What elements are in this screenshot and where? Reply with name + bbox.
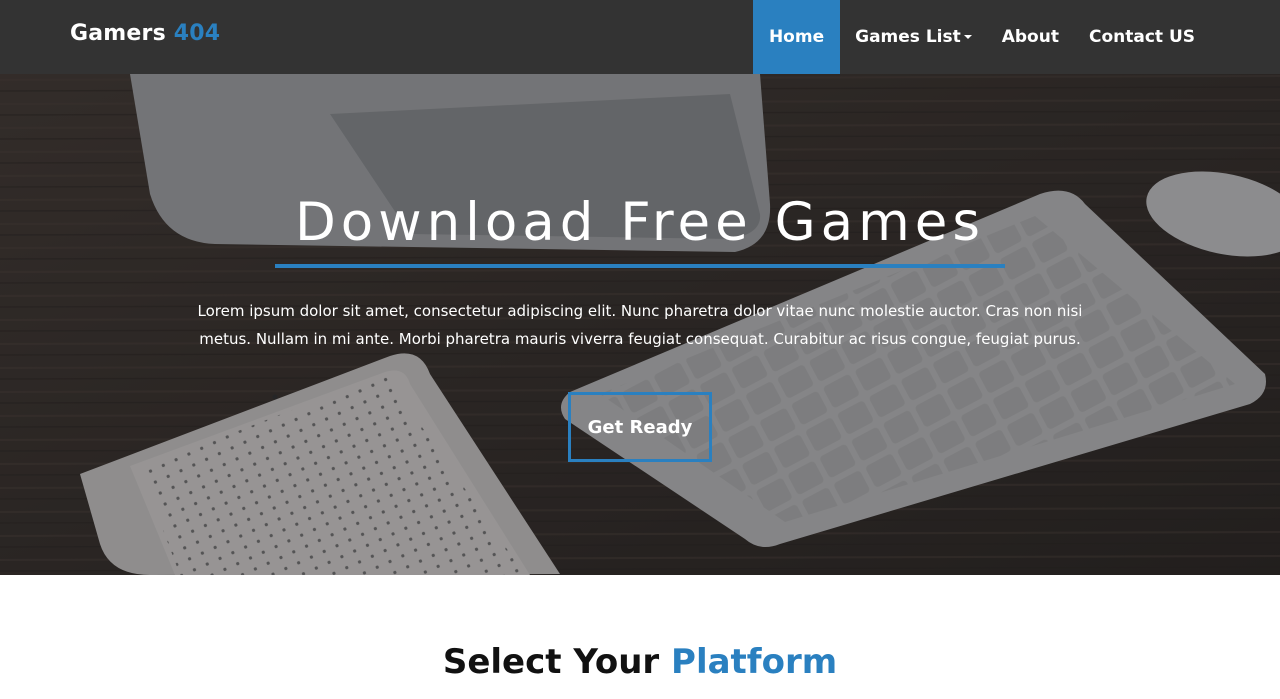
nav-item-games-list[interactable]: Games List	[840, 0, 987, 74]
section-title: Select Your Platform	[0, 642, 1280, 682]
hero-title: Download Free Games	[294, 192, 985, 253]
nav-item-about[interactable]: About	[987, 0, 1074, 74]
navbar: Gamers 404 Home Games List About Contact…	[0, 0, 1280, 74]
hero-title-underline	[275, 264, 1005, 268]
nav-item-label: Home	[768, 27, 825, 47]
hero-banner: Download Free Games Lorem ipsum dolor si…	[0, 74, 1280, 575]
brand-name: Gamers	[70, 21, 166, 46]
brand-accent: 404	[173, 21, 221, 46]
section-title-lead: Select Your	[442, 642, 660, 682]
get-ready-button[interactable]: Get Ready	[568, 392, 712, 462]
caret-down-icon	[963, 35, 972, 39]
brand-logo[interactable]: Gamers 404	[70, 21, 220, 46]
nav-item-label: Games List	[855, 27, 961, 47]
main-nav: Home Games List About Contact US	[752, 0, 1210, 74]
nav-item-home[interactable]: Home	[752, 0, 841, 74]
nav-item-label: About	[1001, 27, 1059, 47]
nav-item-label: Contact US	[1088, 27, 1195, 47]
hero-description: Lorem ipsum dolor sit amet, consectetur …	[197, 302, 1083, 348]
section-title-accent: Platform	[671, 642, 838, 682]
nav-item-contact[interactable]: Contact US	[1074, 0, 1210, 74]
